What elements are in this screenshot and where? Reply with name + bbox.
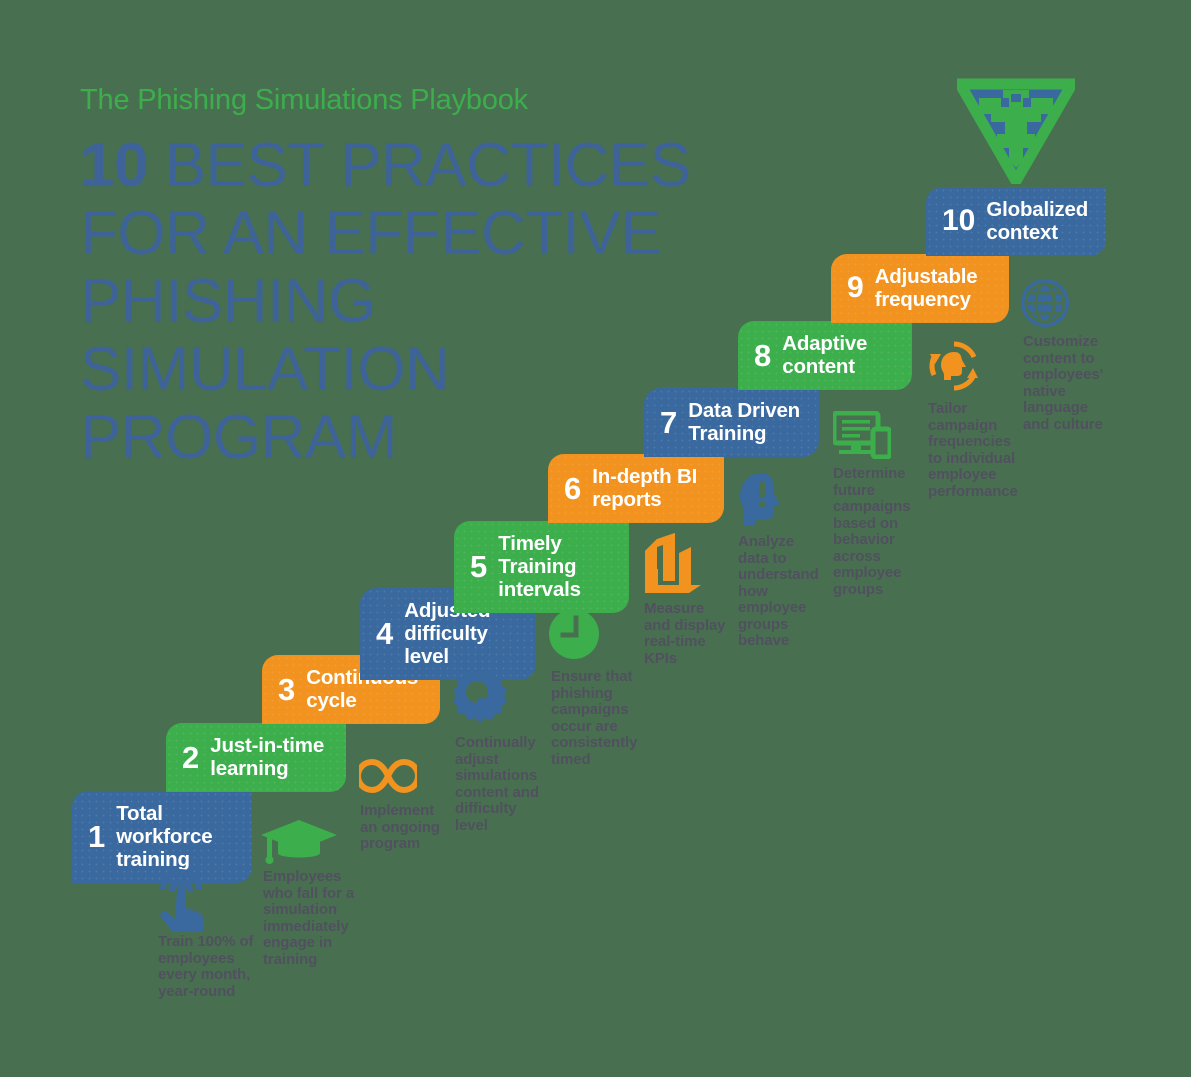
tap-gesture-icon [153, 868, 211, 937]
step-caption-3: Implement an ongoing program [360, 802, 440, 852]
gear-settings-icon [452, 667, 508, 723]
infographic-canvas: The Phishing Simulations Playbook 10 BES… [0, 0, 1191, 1077]
step-badge-5[interactable]: 5 Timely Training intervals [454, 521, 629, 613]
head-cycle-icon [928, 340, 980, 392]
infinity-icon [355, 757, 421, 795]
step-label: Data Driven Training [688, 399, 800, 445]
step-number: 1 [88, 819, 106, 854]
step-badge-6[interactable]: 6 In-depth BI reports [548, 454, 724, 523]
headline-rest: BEST PRACTICES FOR AN EFFECTIVE PHISHING… [80, 131, 691, 472]
globe-icon [1019, 277, 1071, 329]
kicker-text: The Phishing Simulations Playbook [80, 84, 528, 116]
step-caption-6: Measure and display real-time KPIs [644, 600, 726, 667]
step-caption-2: Employees who fall for a simulation imme… [263, 868, 355, 968]
step-caption-5: Ensure that phishing campaigns occur are… [551, 668, 638, 768]
headline-number: 10 [80, 131, 148, 200]
step-caption-8: Determine future campaigns based on beha… [833, 465, 911, 598]
step-badge-10[interactable]: 10 Globalized context [926, 187, 1106, 256]
step-badge-7[interactable]: 7 Data Driven Training [644, 388, 819, 457]
step-caption-9: Tailor campaign frequencies to individua… [928, 400, 1018, 500]
step-caption-4: Continually adjust simulations content a… [455, 734, 539, 834]
step-label: Globalized context [986, 198, 1089, 244]
step-number: 9 [847, 271, 864, 304]
head-insight-icon [738, 472, 788, 528]
step-badge-9[interactable]: 9 Adjustable frequency [831, 254, 1009, 323]
clock-icon [548, 608, 600, 660]
bar-chart-icon [645, 533, 701, 595]
step-number: 4 [376, 616, 394, 651]
step-caption-10: Customize content to employees' native l… [1023, 333, 1104, 433]
step-caption-7: Analyze data to understand how employee … [738, 533, 819, 649]
page-title: 10 BEST PRACTICES FOR AN EFFECTIVE PHISH… [80, 132, 720, 472]
step-label: Total workforce training [116, 802, 213, 871]
step-label: Timely Training intervals [498, 532, 581, 601]
step-badge-8[interactable]: 8 Adaptive content [738, 321, 912, 390]
step-label: In-depth BI reports [592, 465, 698, 511]
step-label: Just-in-time learning [210, 734, 325, 780]
superhero-shield-logo [950, 76, 1082, 193]
step-number: 10 [942, 204, 976, 237]
step-number: 5 [470, 549, 488, 584]
step-number: 2 [182, 739, 200, 775]
step-number: 7 [660, 404, 678, 440]
responsive-devices-icon [831, 410, 893, 460]
step-number: 6 [564, 470, 582, 506]
graduation-cap-icon [260, 818, 338, 868]
step-number: 8 [754, 337, 772, 373]
step-caption-1: Train 100% of employees every month, yea… [158, 933, 254, 1000]
step-label: Adaptive content [782, 332, 868, 378]
step-number: 3 [278, 671, 296, 707]
step-badge-2[interactable]: 2 Just-in-time learning [166, 723, 346, 792]
step-label: Adjustable frequency [874, 265, 978, 311]
